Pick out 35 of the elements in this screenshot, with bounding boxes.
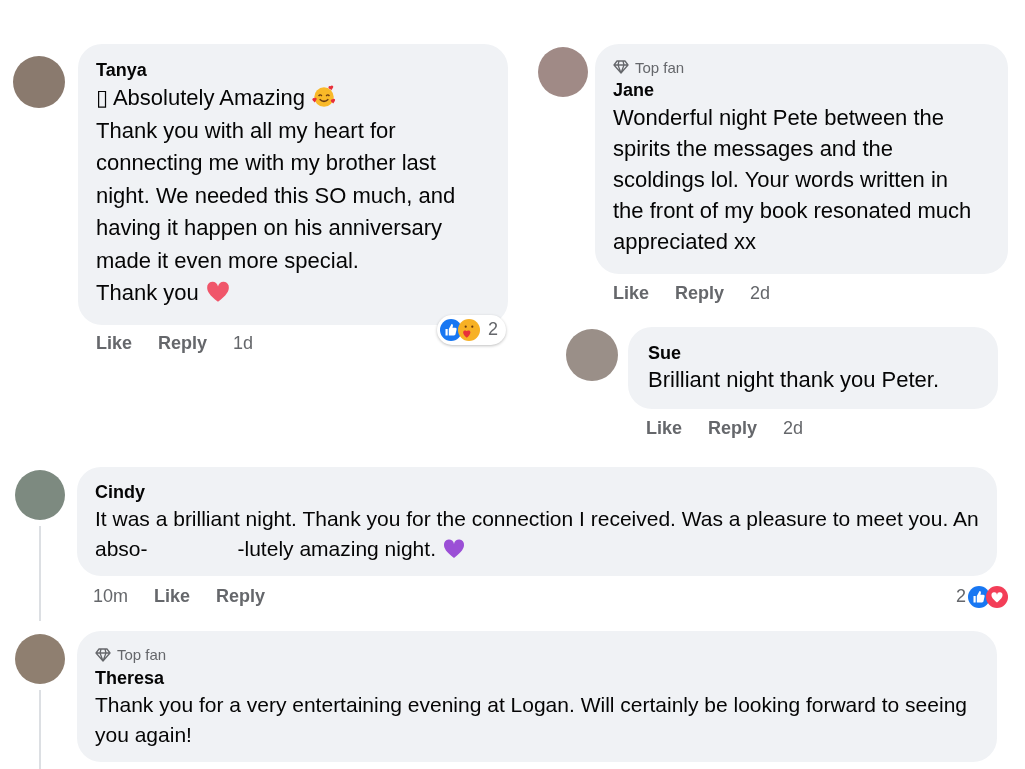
author-name[interactable]: Theresa [95,665,165,690]
like-link[interactable]: Like [613,282,650,304]
comment-text: ▯ Absolutely Amazing [96,85,305,110]
comment-text: Thank you with all my heart for connecting me with my brother last night. We needed this SO much, and having it happen on his anniversary made it even more special. [96,117,456,273]
avatar-photo[interactable] [566,329,618,382]
comment-text: Wonderful night Pete between the spirits the messages and the scoldings lol. Your words written in the front of my book resonated much appreciated xx [613,105,972,254]
reply-link[interactable]: Reply [675,282,725,304]
timestamp-link[interactable]: 2d [783,417,804,439]
like-link[interactable]: Like [96,333,133,354]
diamond-icon [613,60,629,74]
avatar-photo[interactable] [538,47,588,97]
timestamp-link[interactable]: 2d [750,282,771,304]
timestamp-link[interactable]: 10m [93,586,128,607]
top-fan-label: Top fan [117,646,167,664]
reply-link[interactable]: Reply [708,417,758,439]
avatar-photo[interactable] [13,56,65,108]
diamond-icon [95,647,111,662]
comment-text: Thank you for a very entertaining evening at Logan. Will certainly be looking forward to seeing you again! [95,692,967,746]
author-name[interactable]: Cindy [95,479,145,504]
reply-link[interactable]: Reply [158,333,208,354]
like-link[interactable]: Like [646,417,683,439]
reply-link[interactable]: Reply [216,586,266,607]
avatar-photo[interactable] [15,633,65,684]
reactions-summary[interactable]: 2 [956,585,1008,608]
timestamp-link[interactable]: 1d [233,333,254,354]
comment-text: It was a brilliant night. Thank you for the connection I received. Was a pleasure to meet you. An abso- -lutely amazing night. [95,506,979,560]
like-link[interactable]: Like [154,586,191,607]
author-name[interactable]: Tanya [96,58,147,82]
reactions-pill[interactable]: 2 [437,314,506,345]
avatar-photo[interactable] [15,469,65,520]
top-fan-label: Top fan [635,58,685,76]
comment-text: Thank you [96,280,199,305]
comment-text: Brilliant night thank you Peter. [648,367,940,393]
author-name[interactable]: Sue [648,341,681,366]
author-name[interactable]: Jane [613,78,655,102]
